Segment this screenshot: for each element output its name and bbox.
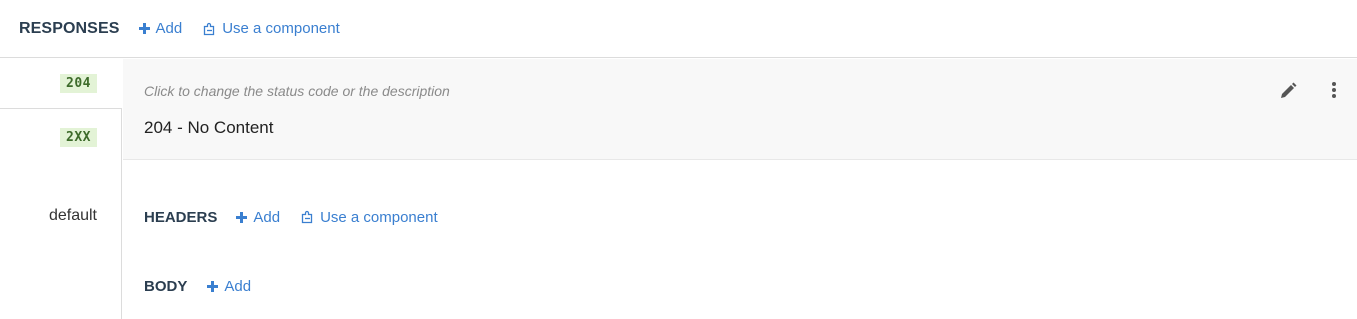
puzzle-icon xyxy=(203,22,216,36)
more-vertical-icon[interactable] xyxy=(1328,80,1340,100)
responses-title: RESPONSES xyxy=(19,19,120,37)
headers-title: HEADERS xyxy=(144,208,218,226)
status-badge: 204 xyxy=(60,74,97,93)
use-header-component-label: Use a component xyxy=(320,208,438,226)
status-item-204[interactable]: 204 xyxy=(0,59,122,109)
pencil-icon[interactable] xyxy=(1278,81,1298,101)
add-response-button[interactable]: Add xyxy=(138,20,183,37)
add-response-label: Add xyxy=(155,20,183,37)
responses-header: RESPONSES Add Use a component xyxy=(0,0,1357,58)
puzzle-icon xyxy=(301,210,314,224)
status-badge: 2XX xyxy=(60,127,97,147)
status-hint: Click to change the status code or the d… xyxy=(144,83,450,99)
status-code-list: 204 2XX default xyxy=(0,59,122,319)
response-title: 204 - No Content xyxy=(144,118,274,137)
headers-section: HEADERS Add Use a component xyxy=(144,206,438,228)
body-title: BODY xyxy=(144,277,188,295)
use-component-button[interactable]: Use a component xyxy=(203,20,340,37)
status-label: default xyxy=(48,207,97,224)
use-header-component-button[interactable]: Use a component xyxy=(301,209,438,226)
add-body-button[interactable]: Add xyxy=(207,278,251,295)
plus-icon xyxy=(207,280,219,292)
add-body-label: Add xyxy=(224,277,252,295)
response-detail-header[interactable]: Click to change the status code or the d… xyxy=(123,59,1357,160)
status-item-2xx[interactable]: 2XX xyxy=(0,121,122,153)
add-header-label: Add xyxy=(253,208,281,226)
body-section: BODY Add xyxy=(144,275,251,297)
plus-icon xyxy=(138,23,150,34)
status-item-default[interactable]: default xyxy=(0,200,122,232)
plus-icon xyxy=(236,211,248,223)
responses-editor: RESPONSES Add Use a component 204 2XX de… xyxy=(0,0,1357,319)
use-component-label: Use a component xyxy=(222,20,340,37)
add-header-button[interactable]: Add xyxy=(236,209,280,226)
